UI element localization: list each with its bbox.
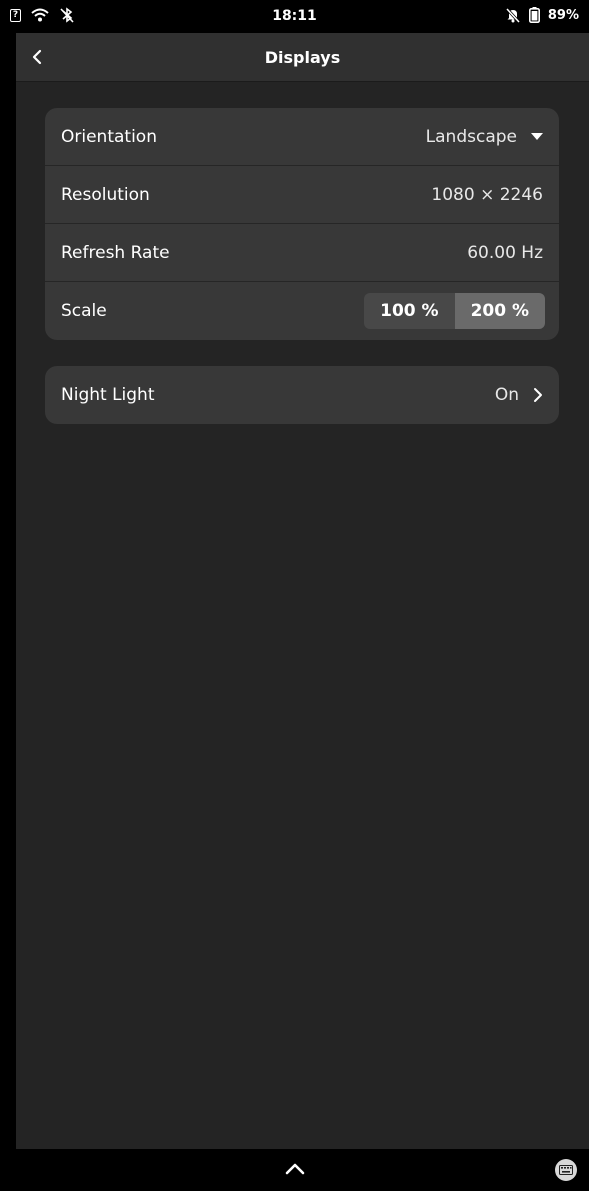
settings-app: Displays Orientation Landscape Resolutio… xyxy=(16,33,589,1149)
scale-row: Scale 100 % 200 % xyxy=(45,282,559,340)
night-light-row[interactable]: Night Light On xyxy=(45,366,559,424)
keyboard-button[interactable] xyxy=(555,1159,577,1181)
orientation-value: Landscape xyxy=(425,126,517,147)
page-title: Displays xyxy=(264,48,341,67)
back-button[interactable] xyxy=(26,45,50,69)
status-bar: ? 18:11 89% xyxy=(0,0,589,33)
dropdown-arrow-icon xyxy=(531,132,543,140)
bottom-bar xyxy=(0,1149,589,1191)
orientation-label: Orientation xyxy=(61,126,157,147)
header-bar: Displays xyxy=(16,33,589,82)
orientation-row[interactable]: Orientation Landscape xyxy=(45,108,559,166)
keyboard-icon xyxy=(559,1165,573,1175)
resolution-value: 1080 × 2246 xyxy=(431,184,543,205)
status-icons-right: 89% xyxy=(505,7,579,23)
night-light-value: On xyxy=(494,385,519,405)
night-light-label: Night Light xyxy=(61,385,155,405)
night-light-status: On xyxy=(495,385,543,405)
clock: 18:11 xyxy=(272,8,317,24)
refresh-rate-value: 60.00 Hz xyxy=(467,242,543,263)
battery-percentage: 89% xyxy=(547,7,579,23)
resolution-label: Resolution xyxy=(61,184,150,205)
scale-200-button[interactable]: 200 % xyxy=(454,293,545,329)
resolution-row: Resolution 1080 × 2246 xyxy=(45,166,559,224)
handle-up-icon[interactable] xyxy=(285,1163,305,1175)
notifications-muted-icon xyxy=(505,7,520,23)
chevron-right-icon xyxy=(534,388,542,402)
display-settings-list: Orientation Landscape Resolution 1080 × … xyxy=(45,108,559,340)
scale-label: Scale xyxy=(61,301,107,321)
scale-100-button[interactable]: 100 % xyxy=(364,293,455,329)
night-light-list: Night Light On xyxy=(45,366,559,424)
scale-toggle-group: 100 % 200 % xyxy=(364,293,545,329)
refresh-rate-row: Refresh Rate 60.00 Hz xyxy=(45,224,559,282)
orientation-dropdown[interactable]: Landscape xyxy=(426,127,543,147)
back-chevron-icon xyxy=(32,49,42,65)
refresh-rate-label: Refresh Rate xyxy=(61,242,170,263)
battery-icon xyxy=(528,7,540,23)
